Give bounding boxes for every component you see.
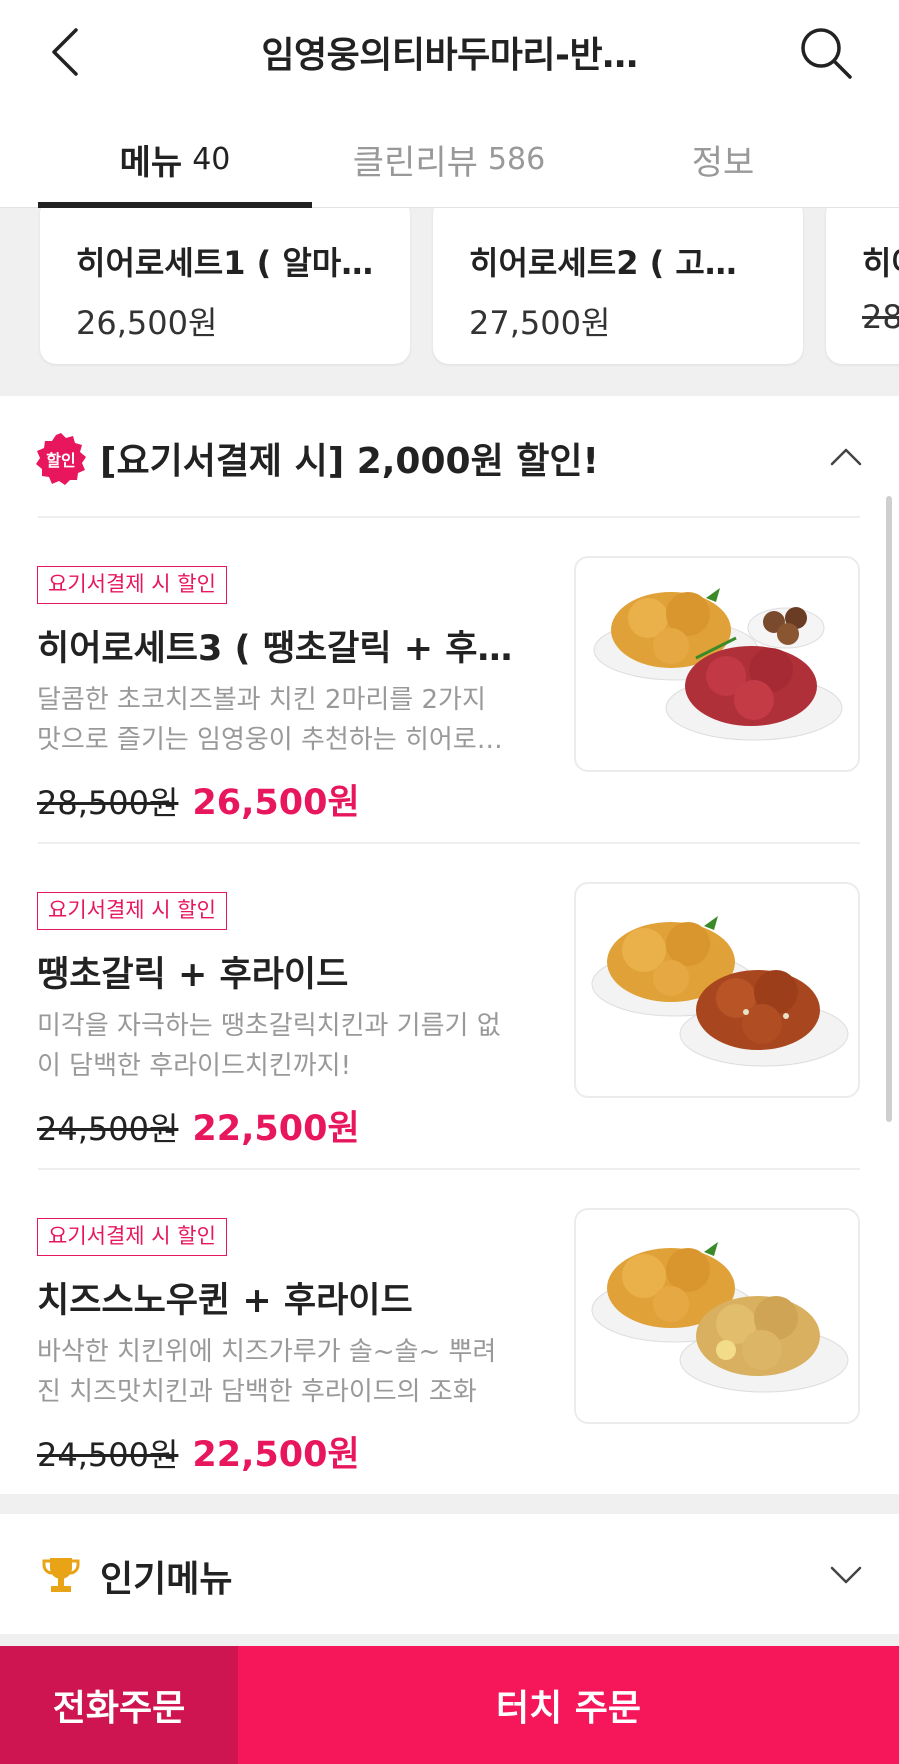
- set-price: 28,: [862, 298, 899, 336]
- promo-tag: 요기서결제 시 할인: [37, 566, 227, 604]
- set-price: 27,500원: [469, 304, 611, 342]
- sale-price: 26,500원: [192, 783, 360, 823]
- item-description: 달콤한 초코치즈볼과 치킨 2마리를 2가지 맛으로 즐기는 임영웅이 추천하는…: [37, 685, 503, 755]
- discount-section-header[interactable]: 할인 [요기서결제 시] 2,000원 할인!: [0, 396, 899, 516]
- set-name: 히어로세트1 ( 알마…: [76, 244, 374, 282]
- fried-chicken-image: [591, 916, 849, 1067]
- section-gap: [0, 1634, 899, 1646]
- menu-item-image: [574, 882, 860, 1098]
- tab-count: 40: [192, 141, 231, 177]
- back-arrow-icon: [52, 28, 78, 76]
- chevron-up-icon: [830, 448, 862, 466]
- fried-chicken-image: [593, 588, 843, 741]
- promo-tag: 요기서결제 시 할인: [37, 892, 227, 930]
- discount-title: [요기서결제 시] 2,000원 할인!: [100, 441, 599, 482]
- item-name: 히어로세트3 ( 땡초갈릭 + 후라…: [37, 629, 517, 669]
- original-price: 28,500원: [37, 784, 179, 822]
- divider: [38, 516, 860, 518]
- original-price: 24,500원: [37, 1110, 179, 1148]
- item-description: 미각을 자극하는 땡초갈릭치킨과 기름기 없이 담백한 후라이드치킨까지!: [37, 1011, 501, 1081]
- set-menu-carousel[interactable]: 히어로세트1 ( 알마… 26,500원 히어로세트2 ( 고… 27,500원…: [0, 208, 899, 396]
- sale-badge-icon: 할인: [34, 432, 88, 486]
- menu-item-image: [574, 1208, 860, 1424]
- tab-label: 정보: [691, 142, 755, 183]
- promo-tag: 요기서결제 시 할인: [37, 1218, 227, 1256]
- menu-item-image: [574, 556, 860, 772]
- popular-menu-header[interactable]: 인기메뉴: [0, 1514, 899, 1634]
- tab-menu[interactable]: 메뉴 40: [38, 110, 312, 208]
- divider: [38, 842, 860, 844]
- set-price: 26,500원: [76, 304, 218, 342]
- set-card[interactable]: 히어 28,: [826, 208, 899, 364]
- price-row: 28,500원 26,500원: [37, 774, 360, 825]
- set-name: 히어: [862, 244, 899, 282]
- app-header: 임영웅의티바두마리-반…: [0, 0, 899, 110]
- divider: [38, 1168, 860, 1170]
- menu-item[interactable]: 요기서결제 시 할인 히어로세트3 ( 땡초갈릭 + 후라… 달콤한 초코치즈볼…: [0, 520, 880, 846]
- expand-button[interactable]: [826, 1558, 866, 1594]
- fried-chicken-image: [591, 1242, 849, 1393]
- tab-clean-review[interactable]: 클린리뷰 586: [312, 110, 586, 208]
- sale-price: 22,500원: [192, 1109, 360, 1149]
- set-name: 히어로세트2 ( 고…: [469, 244, 737, 282]
- order-bar: 전화주문 터치 주문: [0, 1646, 899, 1764]
- discount-section: 할인 [요기서결제 시] 2,000원 할인! 요기서결제 시 할인 히어로세트…: [0, 396, 899, 1494]
- trophy-icon: [40, 1554, 82, 1596]
- item-name: 치즈스노우퀸 + 후라이드: [37, 1281, 413, 1321]
- search-icon: [801, 28, 852, 79]
- tab-label: 메뉴: [119, 142, 183, 183]
- set-card[interactable]: 히어로세트2 ( 고… 27,500원: [433, 208, 803, 364]
- menu-item[interactable]: 요기서결제 시 할인 땡초갈릭 + 후라이드 미각을 자극하는 땡초갈릭치킨과 …: [0, 846, 880, 1172]
- item-description: 바삭한 치킨위에 치즈가루가 솔~솔~ 뿌려진 치즈맛치킨과 담백한 후라이드의…: [37, 1337, 497, 1407]
- set-card[interactable]: 히어로세트1 ( 알마… 26,500원: [40, 208, 410, 364]
- price-row: 24,500원 22,500원: [37, 1100, 360, 1151]
- price-row: 24,500원 22,500원: [37, 1426, 360, 1477]
- section-gap: [0, 1494, 899, 1514]
- item-name: 땡초갈릭 + 후라이드: [37, 955, 349, 995]
- touch-order-button[interactable]: 터치 주문: [238, 1646, 899, 1764]
- tab-count: 586: [487, 141, 546, 177]
- original-price: 24,500원: [37, 1436, 179, 1474]
- back-button[interactable]: [44, 22, 94, 82]
- search-button[interactable]: [796, 22, 856, 82]
- chevron-down-icon: [830, 1566, 862, 1584]
- sale-badge-text: 할인: [46, 451, 75, 470]
- tab-label: 클린리뷰: [352, 142, 478, 183]
- scrollbar[interactable]: [886, 496, 892, 1122]
- popular-menu-title: 인기메뉴: [100, 1559, 233, 1600]
- phone-order-button[interactable]: 전화주문: [0, 1646, 238, 1764]
- store-title: 임영웅의티바두마리-반…: [261, 35, 638, 76]
- menu-item[interactable]: 요기서결제 시 할인 치즈스노우퀸 + 후라이드 바삭한 치킨위에 치즈가루가 …: [0, 1172, 880, 1498]
- tab-info[interactable]: 정보: [586, 110, 860, 208]
- sale-price: 22,500원: [192, 1435, 360, 1475]
- tab-bar: 메뉴 40 클린리뷰 586 정보: [0, 110, 899, 208]
- collapse-button[interactable]: [826, 438, 866, 474]
